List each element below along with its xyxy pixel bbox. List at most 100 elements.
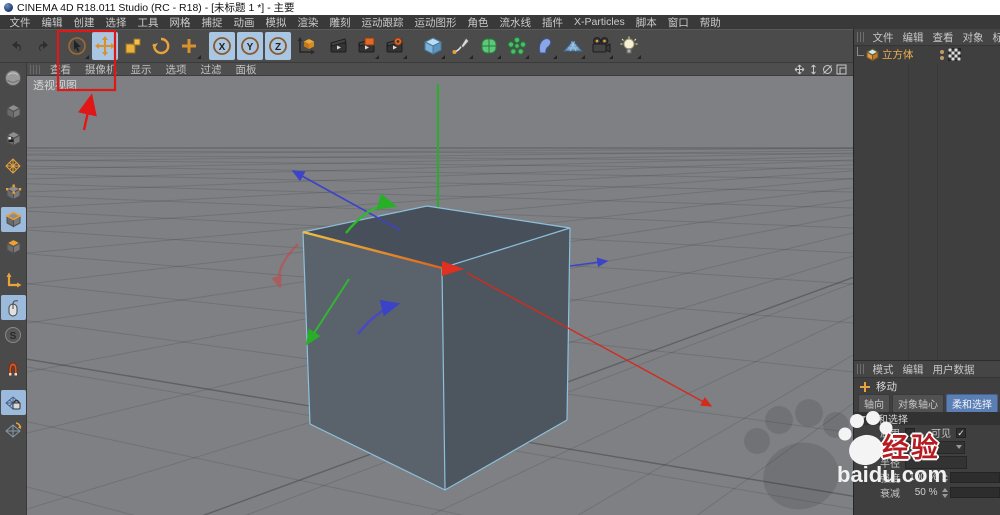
undo-button[interactable] — [3, 32, 29, 60]
object-manager-menu-item[interactable]: 编辑 — [898, 30, 928, 45]
toggle-view-icon[interactable] — [836, 64, 847, 75]
menu-item[interactable]: 窗口 — [662, 15, 694, 30]
bend-deformer-button[interactable] — [532, 32, 558, 60]
pen-spline-button[interactable] — [448, 32, 474, 60]
dolly-view-icon[interactable] — [808, 64, 819, 75]
strength-slider[interactable] — [950, 472, 1000, 483]
panel-grip[interactable] — [857, 364, 865, 374]
section-header[interactable]: 柔和选择 — [854, 412, 1000, 426]
checker-tag[interactable] — [947, 48, 961, 61]
uv-mode-button[interactable] — [1, 153, 26, 178]
render-settings-button[interactable] — [382, 32, 408, 60]
menu-item[interactable]: 工具 — [132, 15, 164, 30]
enable-axis-button[interactable] — [1, 268, 26, 293]
menu-item[interactable]: 文件 — [4, 15, 36, 30]
object-row[interactable]: 立方体 — [854, 46, 1000, 63]
attribute-manager-menu-item[interactable]: 模式 — [868, 362, 898, 377]
polygons-mode-button[interactable] — [1, 234, 26, 259]
menu-item[interactable]: 渲染 — [292, 15, 324, 30]
mode-dropdown[interactable] — [905, 441, 965, 454]
viewport-menu-item[interactable]: 选项 — [159, 62, 194, 77]
visibility-dots[interactable] — [939, 49, 944, 60]
render-view-button[interactable] — [326, 32, 352, 60]
enable-checkbox[interactable] — [905, 427, 915, 438]
menu-item[interactable]: 雕刻 — [324, 15, 356, 30]
object-manager-menu-item[interactable]: 对象 — [958, 30, 988, 45]
object-manager-menu-item[interactable]: 文件 — [868, 30, 898, 45]
menu-item[interactable]: 编辑 — [36, 15, 68, 30]
cube-left-face[interactable] — [303, 232, 445, 490]
viewport-menu-item[interactable]: 显示 — [124, 62, 159, 77]
rotate-tool-button[interactable] — [148, 32, 174, 60]
viewport-menu-item[interactable]: 查看 — [43, 62, 78, 77]
texture-mode-button[interactable] — [1, 126, 26, 151]
falloff-stepper[interactable] — [941, 487, 948, 498]
visible-checkbox[interactable]: ✓ — [956, 427, 966, 438]
cube-object-icon[interactable] — [866, 48, 879, 61]
coordinate-system-button[interactable] — [293, 32, 319, 60]
camera-button[interactable] — [588, 32, 614, 60]
menu-item[interactable]: 选择 — [100, 15, 132, 30]
menu-item[interactable]: 脚本 — [630, 15, 662, 30]
attribute-tab[interactable]: 柔和选择 — [946, 394, 998, 413]
menu-item[interactable]: 帮助 — [694, 15, 726, 30]
cube-object[interactable] — [302, 205, 571, 491]
menu-item[interactable]: 动画 — [228, 15, 260, 30]
viewport-menu-item[interactable]: 面板 — [229, 62, 264, 77]
menu-item[interactable]: 捕捉 — [196, 15, 228, 30]
attribute-manager-menu-item[interactable]: 编辑 — [898, 362, 928, 377]
menu-item[interactable]: 角色 — [462, 15, 494, 30]
window-title-bar: CINEMA 4D R18.011 Studio (RC - R18) - [未… — [0, 0, 1000, 15]
viewport-menu-item[interactable]: 摄像机 — [78, 62, 124, 77]
strength-stepper[interactable] — [941, 472, 948, 483]
lock-x-axis-button[interactable]: X — [209, 32, 235, 60]
workplane-mode-button[interactable] — [1, 417, 26, 442]
last-tool-button[interactable] — [176, 32, 202, 60]
object-manager-menu-item[interactable]: 查看 — [928, 30, 958, 45]
object-manager[interactable]: 立方体 — [854, 46, 1000, 361]
add-cube-button[interactable] — [420, 32, 446, 60]
rotate-view-icon[interactable] — [822, 64, 833, 75]
make-editable-button[interactable] — [1, 65, 26, 90]
array-generator-button[interactable] — [504, 32, 530, 60]
snap-button[interactable] — [1, 356, 26, 381]
pan-view-icon[interactable] — [794, 64, 805, 75]
menu-item[interactable]: 插件 — [537, 15, 569, 30]
menu-item[interactable]: 创建 — [68, 15, 100, 30]
falloff-slider[interactable] — [950, 487, 1000, 498]
rotation-band-red[interactable] — [271, 243, 299, 290]
move-tool-button[interactable] — [92, 32, 118, 60]
light-button[interactable] — [616, 32, 642, 60]
model-mode-button[interactable] — [1, 99, 26, 124]
scale-tool-button[interactable] — [120, 32, 146, 60]
viewport-solo-button[interactable] — [0, 295, 26, 320]
viewport-menu-item[interactable]: 过滤 — [194, 62, 229, 77]
lock-z-axis-button[interactable]: Z — [265, 32, 291, 60]
lock-workplane-button[interactable] — [0, 390, 26, 415]
radius-input[interactable] — [905, 456, 967, 469]
falloff-value[interactable]: 50 % — [905, 487, 941, 498]
edges-mode-button[interactable] — [0, 207, 26, 232]
redo-button[interactable] — [31, 32, 57, 60]
menu-item[interactable]: 流水线 — [494, 15, 537, 30]
menu-item[interactable]: X-Particles — [569, 16, 631, 28]
menu-item[interactable]: 运动跟踪 — [356, 15, 409, 30]
strength-value[interactable]: 100 % — [905, 472, 941, 483]
floor-button[interactable] — [560, 32, 586, 60]
points-mode-button[interactable] — [1, 180, 26, 205]
viewport-canvas[interactable]: 透视视图 — [27, 76, 853, 515]
live-selection-button[interactable] — [64, 32, 90, 60]
cube-right-face[interactable] — [442, 228, 570, 490]
attribute-manager-menu-item[interactable]: 用户数据 — [928, 362, 979, 377]
panel-grip[interactable] — [30, 64, 40, 74]
object-name[interactable]: 立方体 — [882, 47, 914, 62]
menu-item[interactable]: 运动图形 — [409, 15, 462, 30]
render-to-picture-viewer-button[interactable] — [354, 32, 380, 60]
object-manager-menu-item[interactable]: 标签 — [988, 30, 1000, 45]
subdivision-surface-button[interactable] — [476, 32, 502, 60]
panel-grip[interactable] — [857, 32, 865, 42]
menu-item[interactable]: 模拟 — [260, 15, 292, 30]
keyframe-selection-button[interactable]: S — [1, 322, 26, 347]
menu-item[interactable]: 网格 — [164, 15, 196, 30]
lock-y-axis-button[interactable]: Y — [237, 32, 263, 60]
